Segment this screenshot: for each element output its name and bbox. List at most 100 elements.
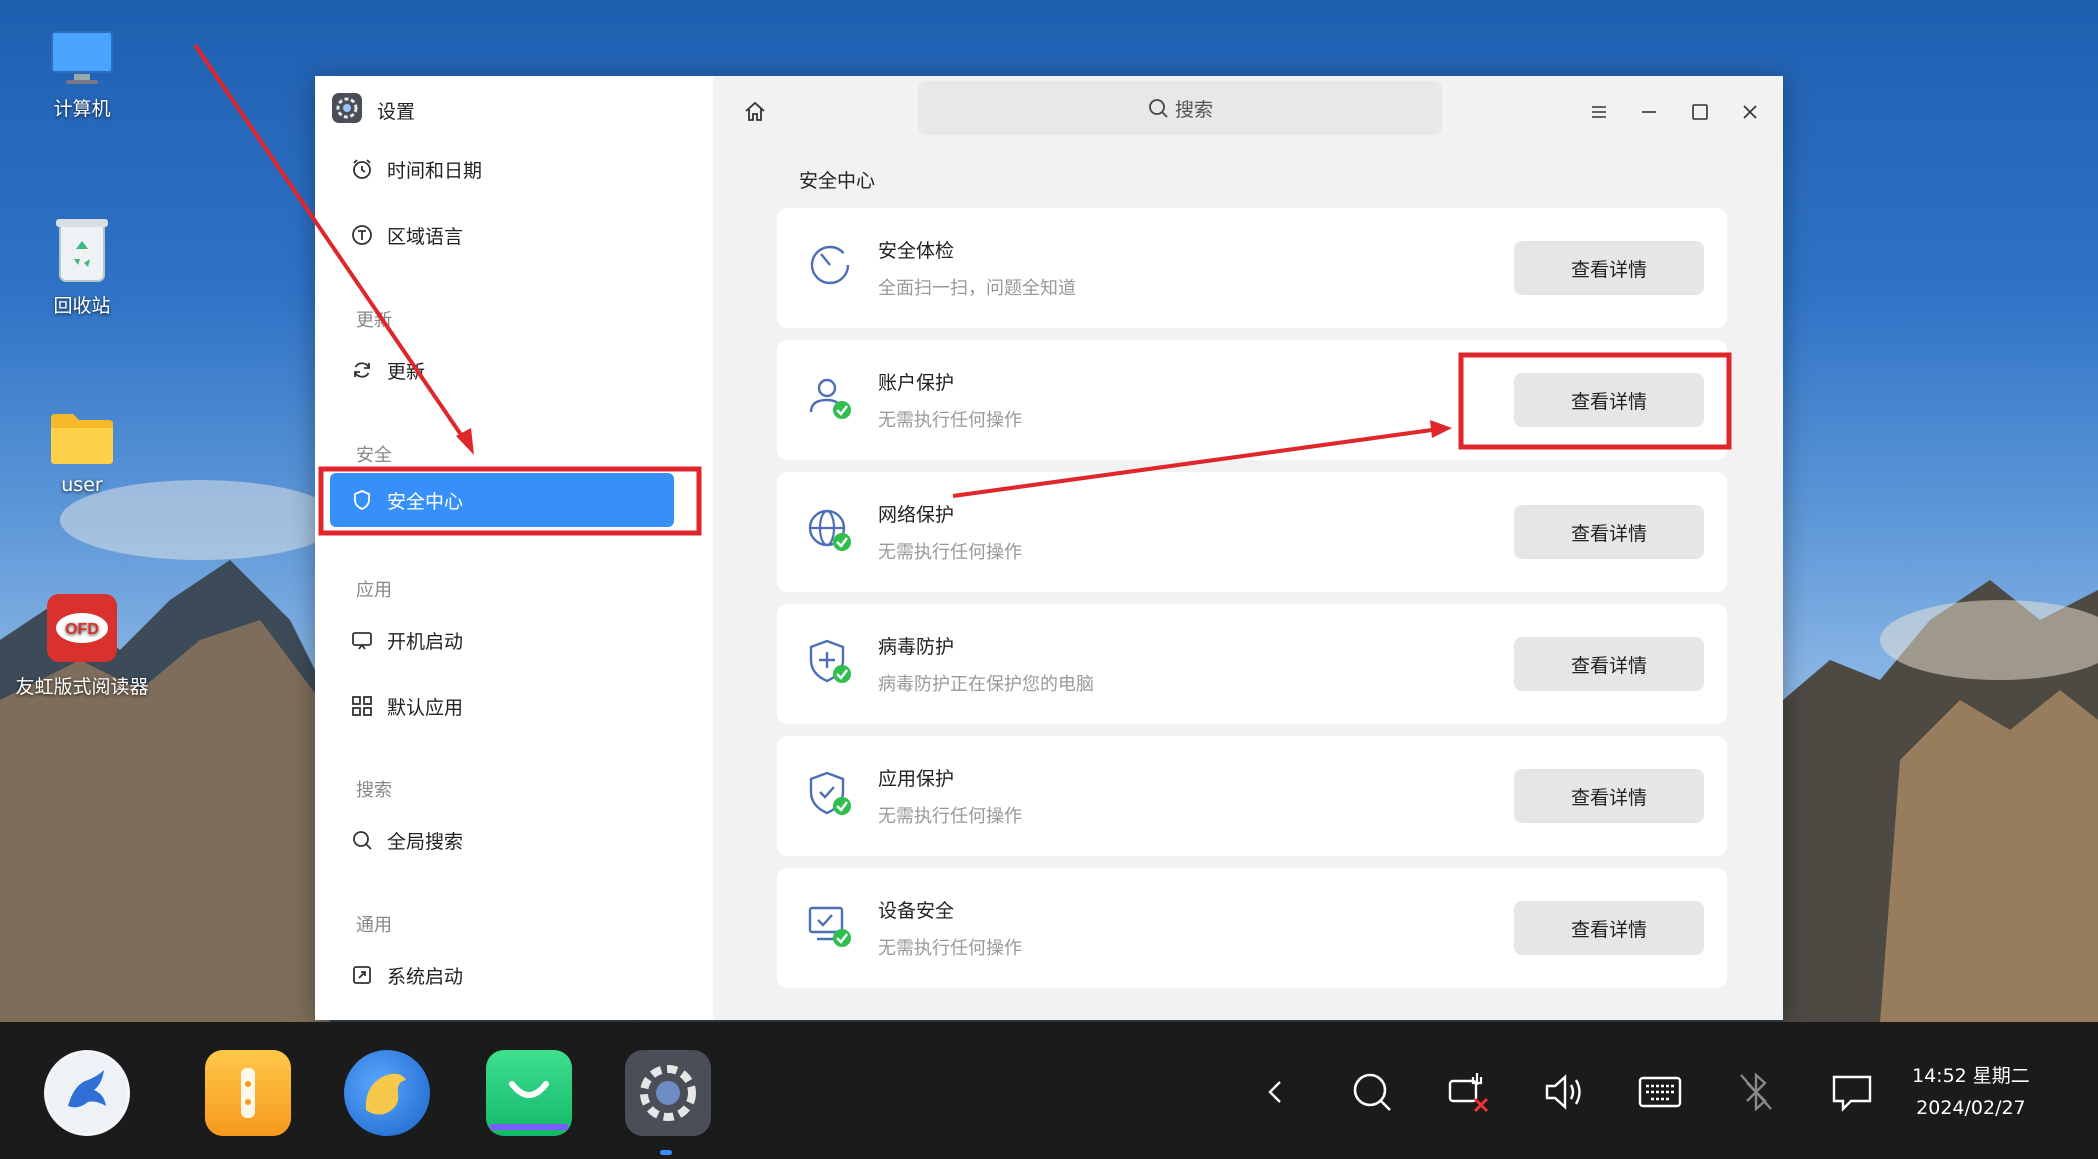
home-button[interactable] xyxy=(737,94,773,130)
browser-button[interactable] xyxy=(344,1050,430,1136)
card-title: 网络保护 xyxy=(878,504,955,526)
sidebar-item-system-boot[interactable]: 系统启动 xyxy=(351,955,463,995)
taskbar: 14:52 星期二 2024/02/27 xyxy=(0,1022,2098,1159)
close-icon xyxy=(1743,105,1757,119)
volume-icon xyxy=(1545,1074,1581,1110)
window-title: 设置 xyxy=(377,101,416,123)
sidebar-item-label: 默认应用 xyxy=(387,696,464,719)
keyboard-icon xyxy=(1638,1076,1682,1108)
desktop-icon-label: 回收站 xyxy=(53,295,111,317)
view-details-button[interactable]: 查看详情 xyxy=(1514,373,1704,427)
clock[interactable]: 14:52 星期二 2024/02/27 xyxy=(1912,1060,2030,1124)
sidebar-item-security-center[interactable]: 安全中心 xyxy=(330,473,674,527)
startup-icon xyxy=(352,632,372,650)
svg-text:OFD: OFD xyxy=(65,621,99,638)
app-store-icon xyxy=(490,1081,568,1130)
sidebar-group-search: 搜索 xyxy=(356,780,392,801)
device-security-icon xyxy=(808,906,851,947)
sidebar-item-label: 区域语言 xyxy=(387,225,464,248)
sidebar-item-language[interactable]: 区域语言 xyxy=(351,215,463,255)
window-title-area: 设置 xyxy=(331,92,415,129)
minimize-icon xyxy=(1642,111,1656,113)
recycle-bin-icon xyxy=(54,215,110,283)
keyboard-button[interactable] xyxy=(1634,1066,1686,1118)
card-title: 设备安全 xyxy=(878,900,955,922)
settings-window: 设置 时间和日期 区域语言 更新 更新 安全 安全中心 应用 开机启动 默认应用 xyxy=(315,76,1783,1020)
grid-icon xyxy=(352,696,372,716)
section-title: 安全中心 xyxy=(799,170,876,192)
search-icon xyxy=(353,831,372,850)
refresh-icon xyxy=(354,362,370,378)
view-details-button[interactable]: 查看详情 xyxy=(1514,769,1704,823)
view-details-button[interactable]: 查看详情 xyxy=(1514,901,1704,955)
desktop-icon-label: 友虹版式阅读器 xyxy=(15,676,149,698)
start-menu-icon xyxy=(47,1053,127,1133)
desktop-icon-recycle-bin[interactable]: 回收站 xyxy=(12,215,152,318)
notification-icon xyxy=(1832,1075,1872,1112)
search-icon xyxy=(1149,99,1168,118)
sidebar-item-default-apps[interactable]: 默认应用 xyxy=(351,686,463,726)
desktop-icon-user-folder[interactable]: user xyxy=(12,410,152,496)
sidebar-item-label: 时间和日期 xyxy=(387,159,483,182)
menu-button[interactable] xyxy=(1581,94,1617,130)
maximize-button[interactable] xyxy=(1682,94,1718,130)
sidebar-item-datetime[interactable]: 时间和日期 xyxy=(351,149,482,189)
sidebar-item-update[interactable]: 更新 xyxy=(351,350,425,390)
sidebar-item-label: 全局搜索 xyxy=(387,830,464,853)
minimize-button[interactable] xyxy=(1631,94,1667,130)
notification-button[interactable] xyxy=(1826,1066,1878,1118)
back-button[interactable] xyxy=(1250,1066,1302,1118)
clock-date: 2024/02/27 xyxy=(1916,1097,2026,1119)
sidebar-item-startup[interactable]: 开机启动 xyxy=(351,620,463,660)
desktop-icon-computer[interactable]: 计算机 xyxy=(12,30,152,121)
view-details-button[interactable]: 查看详情 xyxy=(1514,241,1704,295)
volume-button[interactable] xyxy=(1538,1066,1590,1118)
sidebar-item-label: 系统启动 xyxy=(387,965,464,988)
maximize-icon xyxy=(1692,104,1708,120)
sidebar-group-general: 通用 xyxy=(356,915,392,936)
card-title: 病毒防护 xyxy=(878,636,955,658)
language-icon xyxy=(352,225,372,245)
back-icon xyxy=(1268,1081,1281,1103)
active-indicator xyxy=(660,1150,672,1155)
search-input[interactable]: 搜索 xyxy=(918,81,1442,135)
search-icon xyxy=(1353,1073,1391,1111)
bluetooth-button[interactable] xyxy=(1730,1066,1782,1118)
sidebar-item-global-search[interactable]: 全局搜索 xyxy=(351,820,463,860)
app-store-button[interactable] xyxy=(486,1050,572,1136)
card-security-scan: 安全体检 全面扫一扫，问题全知道 查看详情 xyxy=(777,208,1727,328)
desktop-icon-label: 计算机 xyxy=(53,98,111,120)
file-manager-icon xyxy=(241,1068,255,1118)
card-title: 应用保护 xyxy=(878,768,955,790)
card-device-security: 设备安全 无需执行任何操作 查看详情 xyxy=(777,868,1727,988)
sidebar-group-security: 安全 xyxy=(356,445,392,466)
close-button[interactable] xyxy=(1732,94,1768,130)
card-network-protection: 网络保护 无需执行任何操作 查看详情 xyxy=(777,472,1727,592)
search-placeholder: 搜索 xyxy=(1174,98,1213,121)
folder-icon xyxy=(49,410,115,466)
card-title: 安全体检 xyxy=(878,240,955,262)
network-button[interactable] xyxy=(1444,1066,1496,1118)
view-details-button[interactable]: 查看详情 xyxy=(1514,505,1704,559)
ofd-reader-icon: OFD xyxy=(45,592,119,664)
hamburger-icon xyxy=(1592,106,1606,118)
card-subtitle: 无需执行任何操作 xyxy=(878,410,1022,431)
settings-taskbar-button[interactable] xyxy=(625,1050,711,1136)
settings-icon xyxy=(640,1065,696,1121)
browser-icon xyxy=(365,1073,406,1115)
app-protect-icon xyxy=(809,771,851,815)
settings-sidebar: 设置 时间和日期 区域语言 更新 更新 安全 安全中心 应用 开机启动 默认应用 xyxy=(315,76,713,1020)
sidebar-group-apps: 应用 xyxy=(356,580,392,601)
virus-protect-icon xyxy=(809,639,851,683)
card-subtitle: 无需执行任何操作 xyxy=(878,806,1022,827)
card-subtitle: 病毒防护正在保护您的电脑 xyxy=(878,674,1094,695)
card-subtitle: 无需执行任何操作 xyxy=(878,938,1022,959)
settings-app-icon xyxy=(331,92,363,129)
start-menu-button[interactable] xyxy=(44,1050,130,1136)
settings-content: 搜索 安全中心 安全体检 全面扫一扫，问题全知道 查看详情 账户保护 无需执行任… xyxy=(713,76,1783,1020)
desktop-icon-ofd-reader[interactable]: OFD 友虹版式阅读器 xyxy=(12,592,152,699)
file-manager-button[interactable] xyxy=(205,1050,291,1136)
view-details-button[interactable]: 查看详情 xyxy=(1514,637,1704,691)
tray-search-button[interactable] xyxy=(1346,1066,1398,1118)
network-protect-icon xyxy=(808,509,851,551)
